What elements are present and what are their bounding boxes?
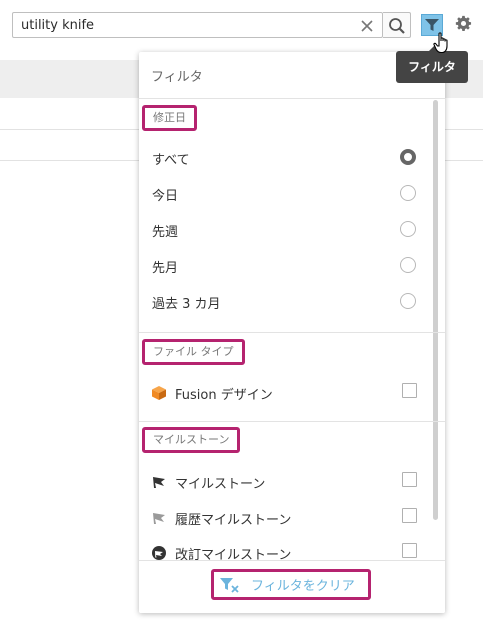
option-label: すべて [152,153,190,168]
panel-scrollbar[interactable] [433,100,438,520]
filter-option-last-month[interactable]: 先月 [139,250,429,280]
checkbox-milestone[interactable] [402,472,417,487]
section-label-milestone: マイルストーン [142,427,241,453]
clear-filters-button[interactable]: フィルタをクリア [211,569,371,600]
search-box [12,12,383,38]
search-button[interactable] [383,12,411,38]
option-label: 先週 [152,225,179,240]
filter-option-fusion-design[interactable]: Fusion デザイン [139,377,429,407]
panel-title: フィルタ [151,70,203,85]
filter-option-history-milestone[interactable]: 履歴マイルストーン [139,502,429,532]
filter-option-last-week[interactable]: 先週 [139,214,429,244]
radio-all[interactable] [400,149,416,165]
filter-panel: フィルタ 修正日 すべて 今日 先週 先月 過去 3 カ月 ファイル タイプ F… [139,52,445,613]
filter-option-milestone[interactable]: マイルストーン [139,466,429,496]
filter-option-today[interactable]: 今日 [139,178,429,208]
filter-option-last-3-months[interactable]: 過去 3 カ月 [139,286,429,316]
panel-footer: フィルタをクリア [139,560,445,613]
revision-milestone-icon [152,546,166,560]
milestone-flag-icon [153,477,165,488]
app-window: フィルタ 修正日 すべて 今日 先週 先月 過去 3 カ月 ファイル タイプ [0,0,483,633]
search-icon [389,18,405,34]
panel-divider [139,98,445,99]
option-label: Fusion デザイン [175,388,273,403]
filter-tooltip: フィルタ [396,45,468,83]
option-label: 履歴マイルストーン [175,513,292,528]
hand-cursor-icon [433,32,448,54]
settings-gear-icon[interactable] [455,15,472,32]
option-label: 先月 [152,261,179,276]
section-divider [139,332,445,333]
radio-last-week[interactable] [400,221,416,237]
clear-filter-icon [220,578,239,593]
filter-option-all[interactable]: すべて [139,142,429,172]
section-label-modified-date: 修正日 [142,105,197,131]
option-label: マイルストーン [175,477,266,492]
radio-last-month[interactable] [400,257,416,273]
fusion-design-icon [152,386,166,400]
section-divider [139,421,445,422]
checkbox-history-milestone[interactable] [402,508,417,523]
checkbox-revision-milestone[interactable] [402,543,417,558]
section-label-file-type: ファイル タイプ [142,339,245,365]
option-label: 過去 3 カ月 [152,297,221,312]
radio-last-3-months[interactable] [400,293,416,309]
search-input[interactable] [21,16,341,34]
clear-search-icon[interactable] [359,18,375,34]
radio-today[interactable] [400,185,416,201]
filter-icon [425,19,439,31]
option-label: 今日 [152,189,179,204]
history-milestone-flag-icon [153,513,165,524]
checkbox-fusion-design[interactable] [402,383,417,398]
clear-filters-label: フィルタをクリア [251,579,355,594]
